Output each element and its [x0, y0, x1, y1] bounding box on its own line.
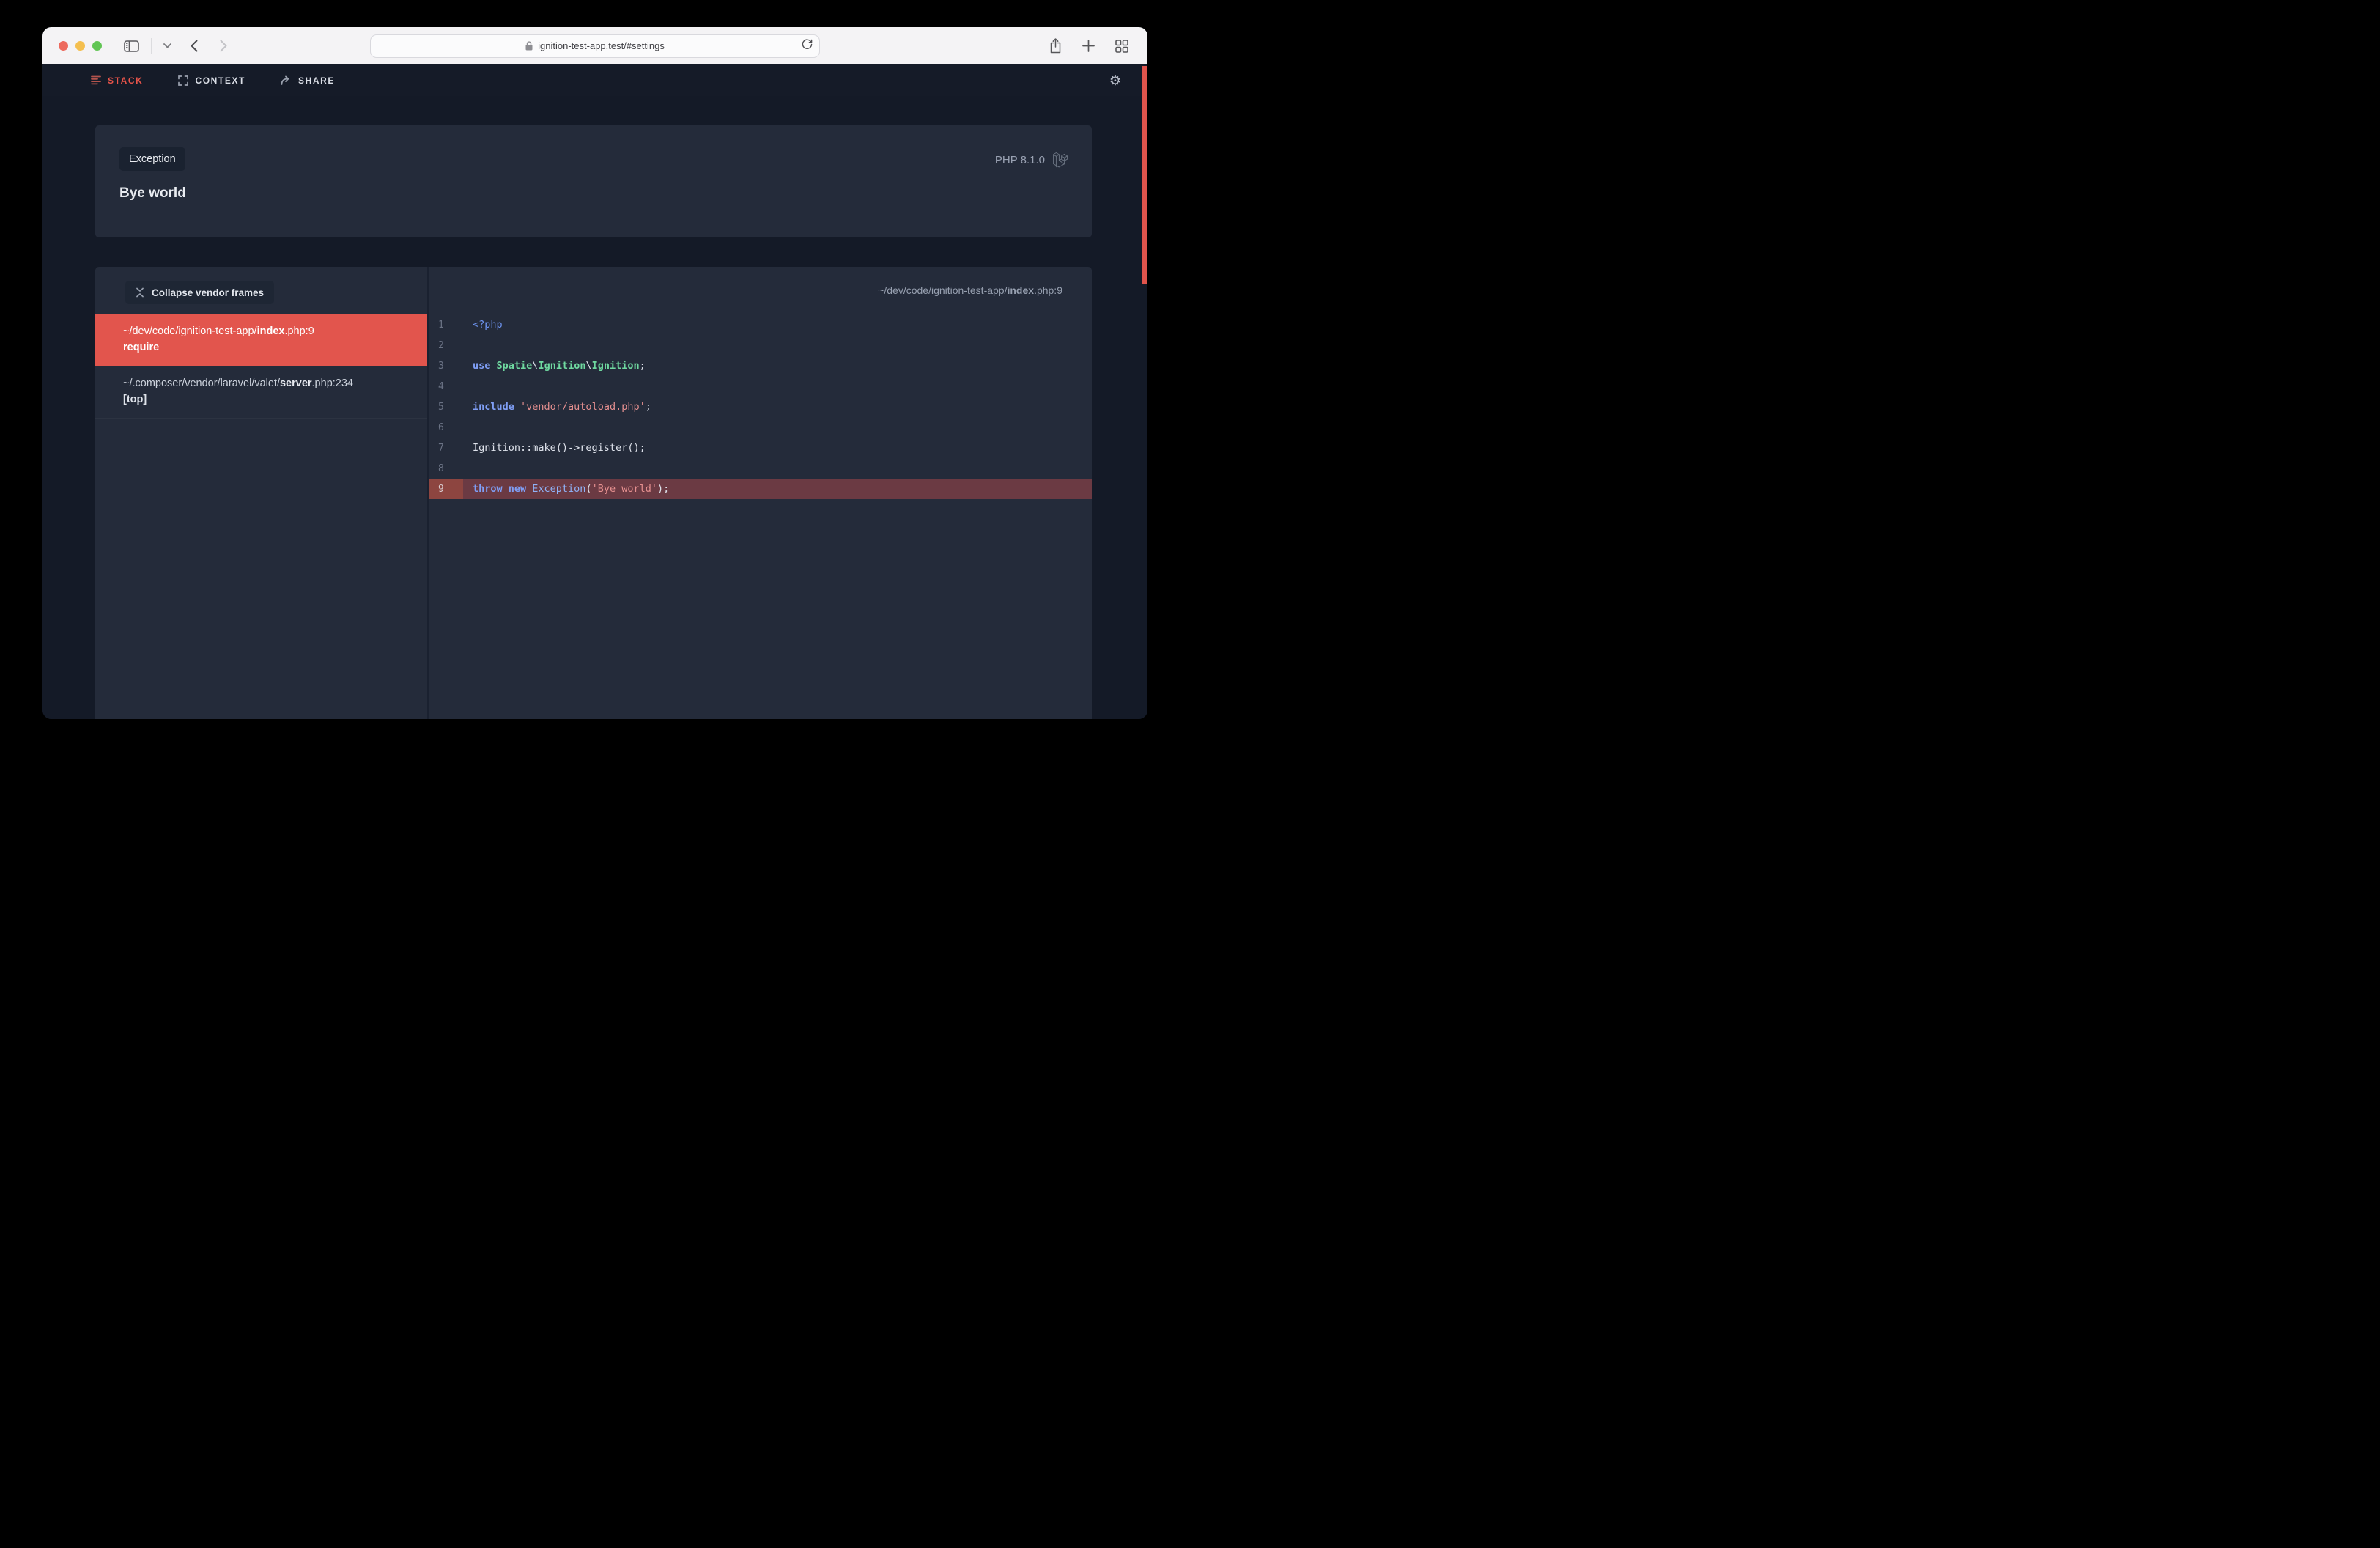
- code-line: 2: [429, 335, 1092, 355]
- zoom-window-button[interactable]: [92, 41, 102, 51]
- stack-frames: ~/dev/code/ignition-test-app/index.php:9…: [95, 314, 427, 419]
- runtime-info: PHP 8.1.0: [995, 152, 1068, 168]
- share-icon[interactable]: [1049, 38, 1062, 54]
- editor-path-file: index: [1007, 284, 1034, 296]
- code-line: 6: [429, 417, 1092, 438]
- code-listing: 1<?php23use Spatie\Ignition\Ignition;45i…: [429, 314, 1092, 499]
- code-line: 3use Spatie\Ignition\Ignition;: [429, 355, 1092, 376]
- minimize-window-button[interactable]: [75, 41, 85, 51]
- exception-card: Exception Bye world PHP 8.1.0: [95, 125, 1092, 237]
- ignition-navbar: STACK CONTEXT SHARE ⚙: [42, 64, 1148, 97]
- settings-gear-icon[interactable]: ⚙: [1109, 74, 1121, 87]
- lock-icon: [525, 41, 533, 51]
- code-line: 8: [429, 458, 1092, 479]
- stack-frame[interactable]: ~/.composer/vendor/laravel/valet/server.…: [95, 366, 427, 419]
- tab-context-label: CONTEXT: [195, 75, 245, 86]
- editor-path-suffix: .php:9: [1034, 284, 1062, 296]
- code-line: 5include 'vendor/autoload.php';: [429, 397, 1092, 417]
- toolbar-divider: [151, 38, 152, 54]
- tab-stack[interactable]: STACK: [91, 75, 143, 86]
- tab-stack-label: STACK: [108, 75, 143, 86]
- stack-icon: [91, 75, 101, 85]
- stack-frame[interactable]: ~/dev/code/ignition-test-app/index.php:9…: [95, 314, 427, 366]
- tab-overview-icon[interactable]: [1115, 40, 1128, 53]
- sidebar-chevron-icon[interactable]: [163, 43, 171, 48]
- collapse-icon: [136, 287, 144, 298]
- stack-trace-card: Collapse vendor frames ~/dev/code/igniti…: [95, 267, 1092, 719]
- tab-share[interactable]: SHARE: [281, 75, 335, 86]
- collapse-vendor-frames-button[interactable]: Collapse vendor frames: [125, 281, 274, 304]
- reload-icon[interactable]: [802, 38, 813, 51]
- editor-file-path: ~/dev/code/ignition-test-app/index.php:9: [878, 284, 1062, 296]
- collapse-label: Collapse vendor frames: [152, 287, 264, 298]
- context-icon: [178, 75, 188, 86]
- tab-context[interactable]: CONTEXT: [178, 75, 245, 86]
- address-bar[interactable]: ignition-test-app.test/#settings: [370, 34, 820, 58]
- stack-frames-panel: Collapse vendor frames ~/dev/code/igniti…: [95, 267, 427, 719]
- browser-toolbar: ignition-test-app.test/#settings: [42, 27, 1148, 64]
- code-line: 1<?php: [429, 314, 1092, 335]
- exception-class-badge: Exception: [119, 147, 185, 171]
- ignition-page: Exception Bye world PHP 8.1.0: [42, 96, 1148, 719]
- code-line: 7Ignition::make()->register();: [429, 438, 1092, 458]
- php-version: PHP 8.1.0: [995, 154, 1045, 166]
- share-arrow-icon: [281, 75, 292, 85]
- editor-path-prefix: ~/dev/code/ignition-test-app/: [878, 284, 1007, 296]
- exception-message: Bye world: [119, 185, 186, 202]
- browser-window: ignition-test-app.test/#settings: [42, 27, 1148, 719]
- forward-button[interactable]: [220, 40, 227, 52]
- window-controls: [59, 41, 102, 51]
- close-window-button[interactable]: [59, 41, 68, 51]
- new-tab-icon[interactable]: [1082, 40, 1095, 52]
- back-button[interactable]: [191, 40, 198, 52]
- tab-share-label: SHARE: [298, 75, 335, 86]
- page-scrollbar-thumb[interactable]: [1142, 66, 1148, 284]
- address-bar-url: ignition-test-app.test/#settings: [538, 40, 665, 51]
- laravel-icon: [1053, 152, 1068, 168]
- code-line: 4: [429, 376, 1092, 397]
- code-panel: ~/dev/code/ignition-test-app/index.php:9…: [427, 267, 1092, 719]
- sidebar-toggle-icon[interactable]: [124, 40, 139, 52]
- code-line: 9throw new Exception('Bye world');: [429, 479, 1092, 499]
